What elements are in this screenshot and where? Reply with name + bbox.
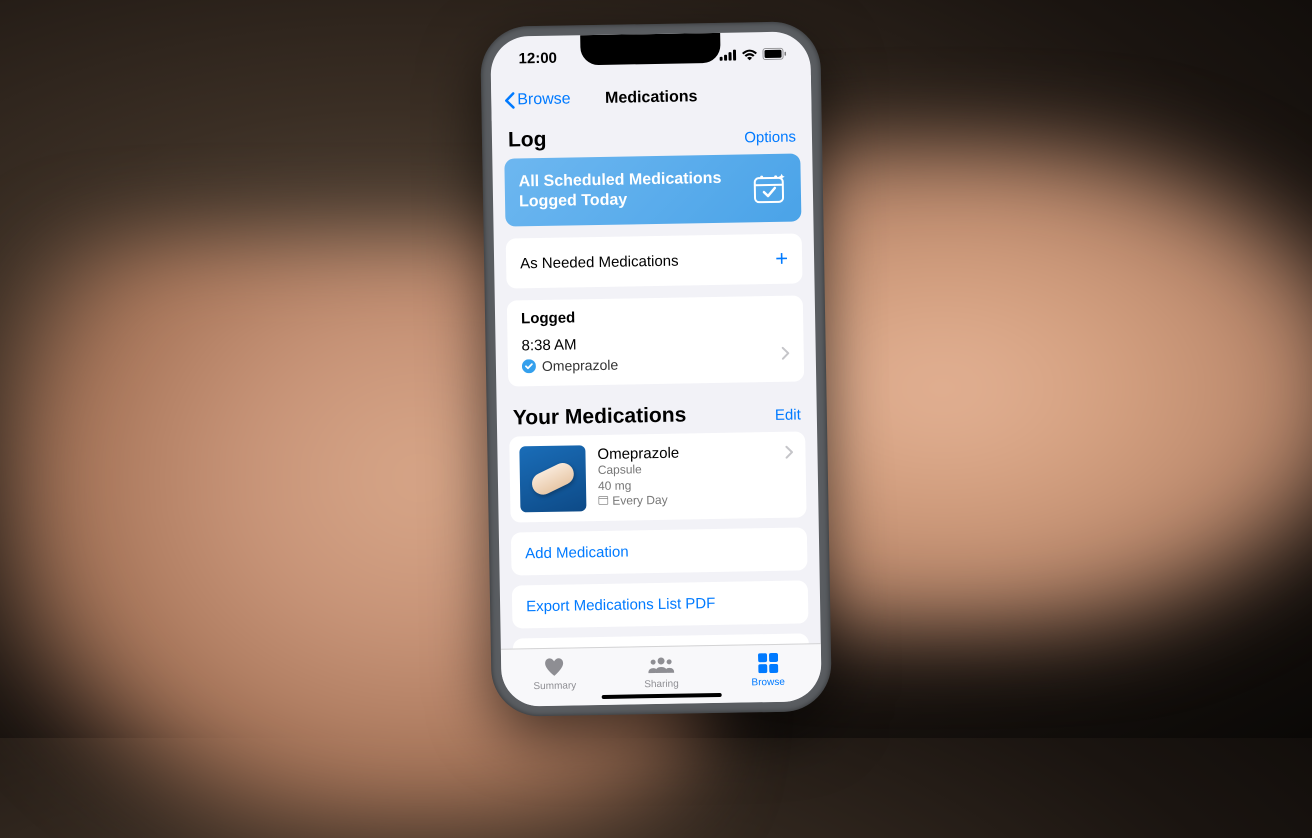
clock: 12:00 [518, 49, 557, 67]
chevron-left-icon [503, 91, 515, 109]
export-pdf-button[interactable]: Export Medications List PDF [512, 580, 809, 628]
back-label: Browse [517, 90, 571, 109]
capsule-icon [528, 459, 577, 498]
tab-sharing-label: Sharing [644, 679, 679, 691]
content[interactable]: Log Options All Scheduled Medications Lo… [492, 115, 821, 649]
banner-text: All Scheduled Medications Logged Today [519, 169, 740, 213]
export-pdf-label: Export Medications List PDF [526, 595, 716, 615]
options-link[interactable]: Options [744, 129, 796, 147]
logged-today-banner[interactable]: All Scheduled Medications Logged Today [504, 153, 801, 226]
tab-browse-label: Browse [751, 677, 785, 689]
plus-icon: + [775, 246, 788, 272]
chevron-right-icon [785, 446, 793, 464]
nav-bar: Browse Medications [491, 75, 812, 121]
cellular-icon [719, 49, 736, 60]
med-frequency: Every Day [612, 493, 668, 510]
tab-summary-label: Summary [533, 680, 576, 692]
as-needed-row[interactable]: As Needed Medications + [506, 233, 803, 288]
calendar-check-icon [751, 170, 788, 207]
edit-link[interactable]: Edit [775, 406, 801, 423]
medication-item[interactable]: Omeprazole Capsule 40 mg Every Day [509, 431, 806, 522]
page-title: Medications [605, 88, 698, 108]
chevron-right-icon [782, 346, 790, 364]
as-needed-label: As Needed Medications [520, 252, 679, 272]
logged-entry[interactable]: 8:38 AM Omeprazole [507, 328, 804, 386]
pill-image [519, 445, 586, 512]
logged-med-name: Omeprazole [542, 357, 619, 374]
calendar-icon [598, 494, 608, 510]
tab-sharing[interactable]: Sharing [608, 646, 716, 697]
logged-header: Logged [507, 295, 804, 333]
heart-icon [543, 655, 565, 679]
tab-summary[interactable]: Summary [501, 648, 609, 699]
grid-icon [758, 651, 778, 675]
wifi-icon [741, 49, 757, 60]
add-medication-label: Add Medication [525, 544, 629, 563]
check-circle-icon [522, 359, 536, 373]
tab-browse[interactable]: Browse [714, 644, 822, 695]
screen: 12:00 Browse Medications [490, 31, 822, 706]
phone-frame: 12:00 Browse Medications [480, 21, 832, 717]
logged-card: Logged 8:38 AM Omeprazole [507, 295, 804, 386]
your-meds-heading: Your Medications [513, 403, 687, 430]
add-medication-button[interactable]: Add Medication [511, 527, 808, 575]
people-icon [648, 653, 674, 677]
battery-icon [762, 48, 786, 60]
back-button[interactable]: Browse [503, 90, 571, 109]
log-heading: Log [508, 128, 547, 153]
notch [580, 33, 721, 65]
